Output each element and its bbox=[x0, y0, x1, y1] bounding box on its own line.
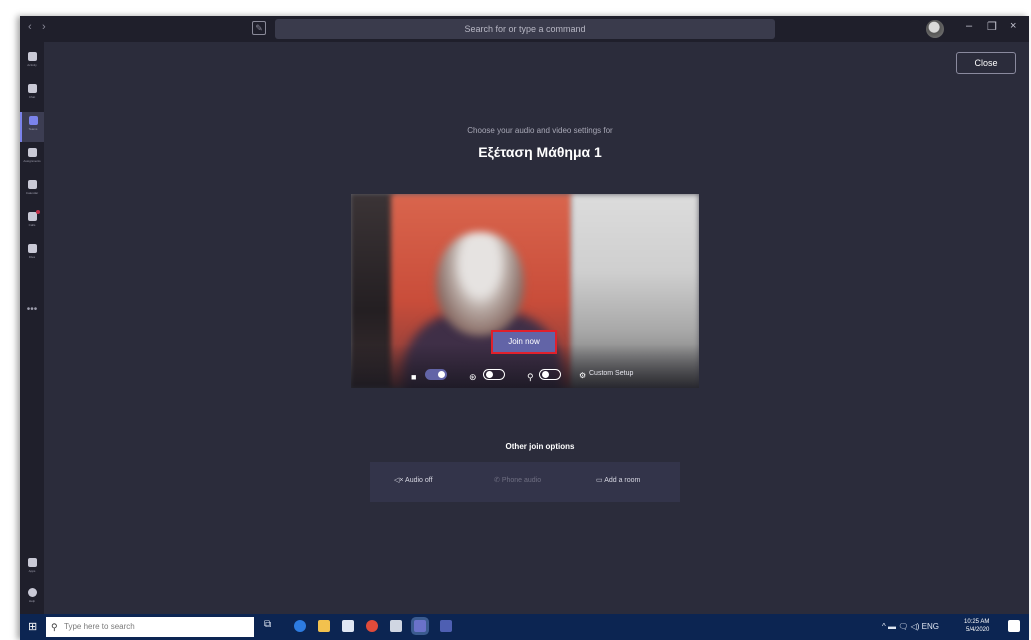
camera-toggle[interactable] bbox=[425, 369, 447, 380]
rail-item-calls[interactable]: Calls bbox=[20, 208, 44, 238]
teams-window: ‹ › ✎ Search for or type a command – ❐ ×… bbox=[20, 16, 1029, 640]
more-apps-icon[interactable]: ••• bbox=[20, 304, 44, 315]
file-icon bbox=[27, 244, 37, 253]
compose-icon[interactable]: ✎ bbox=[252, 21, 266, 35]
add-room-option[interactable]: ▭ Add a room bbox=[596, 476, 640, 484]
other-join-options: ◁× Audio off ✆ Phone audio ▭ Add a room bbox=[370, 462, 680, 502]
gear-icon: ⚙ bbox=[579, 371, 587, 380]
rail-item-help[interactable]: Help bbox=[20, 584, 44, 614]
minimize-icon[interactable]: – bbox=[966, 20, 972, 32]
rail-label: Chat bbox=[28, 95, 36, 99]
windows-start-icon[interactable]: ⊞ bbox=[28, 620, 42, 634]
option-label: Add a room bbox=[604, 477, 641, 484]
rail-item-apps[interactable]: Apps bbox=[20, 554, 44, 584]
rail-label: Files bbox=[28, 255, 36, 259]
assignments-icon bbox=[27, 148, 37, 157]
window-close-icon[interactable]: × bbox=[1010, 20, 1016, 32]
prejoin-subtitle: Choose your audio and video settings for bbox=[467, 126, 613, 135]
apps-icon bbox=[27, 558, 37, 567]
browser-icon[interactable] bbox=[366, 620, 378, 632]
rail-item-calendar[interactable]: Calendar bbox=[20, 176, 44, 206]
microphone-icon: ⚲ bbox=[527, 372, 534, 382]
file-explorer-icon[interactable] bbox=[318, 620, 330, 632]
rail-label: Help bbox=[28, 599, 36, 603]
microphone-toggle[interactable] bbox=[539, 369, 561, 380]
camera-icon: ■ bbox=[411, 372, 417, 382]
forward-icon[interactable]: › bbox=[42, 21, 46, 33]
taskbar-search-placeholder: Type here to search bbox=[64, 622, 135, 631]
calendar-icon bbox=[27, 180, 37, 189]
phone-icon: ✆ bbox=[494, 477, 500, 484]
toggle-knob bbox=[542, 371, 549, 378]
join-now-button[interactable]: Join now bbox=[491, 330, 557, 354]
rail-label: Assignments bbox=[23, 159, 41, 163]
app-taskbar-icon[interactable] bbox=[440, 620, 452, 632]
notification-badge bbox=[36, 210, 40, 214]
rail-item-chat[interactable]: Chat bbox=[20, 80, 44, 110]
custom-setup-button[interactable]: Custom Setup bbox=[589, 370, 633, 377]
rail-item-teams[interactable]: Teams bbox=[20, 112, 44, 142]
toggle-knob bbox=[486, 371, 493, 378]
option-label: Phone audio bbox=[501, 477, 542, 484]
other-join-options-heading: Other join options bbox=[505, 442, 575, 451]
edge-icon[interactable] bbox=[294, 620, 306, 632]
help-icon bbox=[27, 588, 37, 597]
back-icon[interactable]: ‹ bbox=[28, 21, 32, 33]
title-bar: ‹ › ✎ Search for or type a command – ❐ × bbox=[20, 16, 1029, 42]
store-icon[interactable] bbox=[342, 620, 354, 632]
background-blur-icon[interactable]: ⊛ bbox=[469, 372, 477, 383]
audio-off-option[interactable]: ◁× Audio off bbox=[394, 476, 433, 484]
rail-label: Calendar bbox=[25, 191, 39, 195]
taskbar-search-input[interactable]: ⚲ Type here to search bbox=[46, 617, 254, 637]
phone-icon bbox=[27, 212, 37, 221]
video-preview: Join now ■ ⊛ ⚲ ⚙ Custom Setup bbox=[351, 194, 699, 388]
phone-audio-option: ✆ Phone audio bbox=[494, 476, 541, 484]
mail-icon[interactable] bbox=[390, 620, 402, 632]
teams-icon bbox=[28, 116, 38, 125]
rail-item-files[interactable]: Files bbox=[20, 240, 44, 270]
meeting-title: Εξέταση Μάθημα 1 bbox=[478, 144, 602, 160]
clock-time: 10:25 AM bbox=[964, 619, 990, 625]
rail-item-assignments[interactable]: Assignments bbox=[20, 144, 44, 174]
notification-center-icon[interactable] bbox=[1008, 620, 1020, 632]
option-label: Audio off bbox=[405, 477, 433, 484]
video-person-head bbox=[436, 232, 524, 336]
teams-taskbar-icon[interactable] bbox=[414, 620, 426, 632]
search-icon: ⚲ bbox=[51, 622, 58, 632]
bell-icon bbox=[27, 52, 37, 61]
taskbar-clock[interactable]: 10:25 AM 5/4/2020 bbox=[964, 618, 989, 634]
system-tray[interactable]: ^ ▬ 🗨 ◁) ENG bbox=[882, 622, 939, 631]
task-view-icon[interactable]: ⧉ bbox=[264, 619, 276, 631]
clock-date: 5/4/2020 bbox=[966, 627, 990, 633]
blur-toggle[interactable] bbox=[483, 369, 505, 380]
speaker-off-icon: ◁× bbox=[394, 477, 404, 484]
app-rail: Activity Chat Teams Assignments Calendar… bbox=[20, 42, 44, 614]
room-icon: ▭ bbox=[596, 477, 603, 484]
search-input[interactable]: Search for or type a command bbox=[275, 19, 775, 39]
close-button[interactable]: Close bbox=[956, 52, 1016, 74]
toggle-knob bbox=[438, 371, 445, 378]
rail-label: Activity bbox=[27, 63, 37, 67]
rail-item-activity[interactable]: Activity bbox=[20, 48, 44, 78]
chat-icon bbox=[27, 84, 37, 93]
rail-label: Teams bbox=[28, 127, 38, 131]
rail-label: Apps bbox=[28, 569, 36, 573]
user-avatar[interactable] bbox=[926, 20, 944, 38]
rail-label: Calls bbox=[28, 223, 36, 227]
windows-taskbar: ⊞ ⚲ Type here to search ⧉ ^ ▬ 🗨 ◁) ENG 1… bbox=[20, 614, 1029, 640]
restore-icon[interactable]: ❐ bbox=[987, 20, 997, 33]
